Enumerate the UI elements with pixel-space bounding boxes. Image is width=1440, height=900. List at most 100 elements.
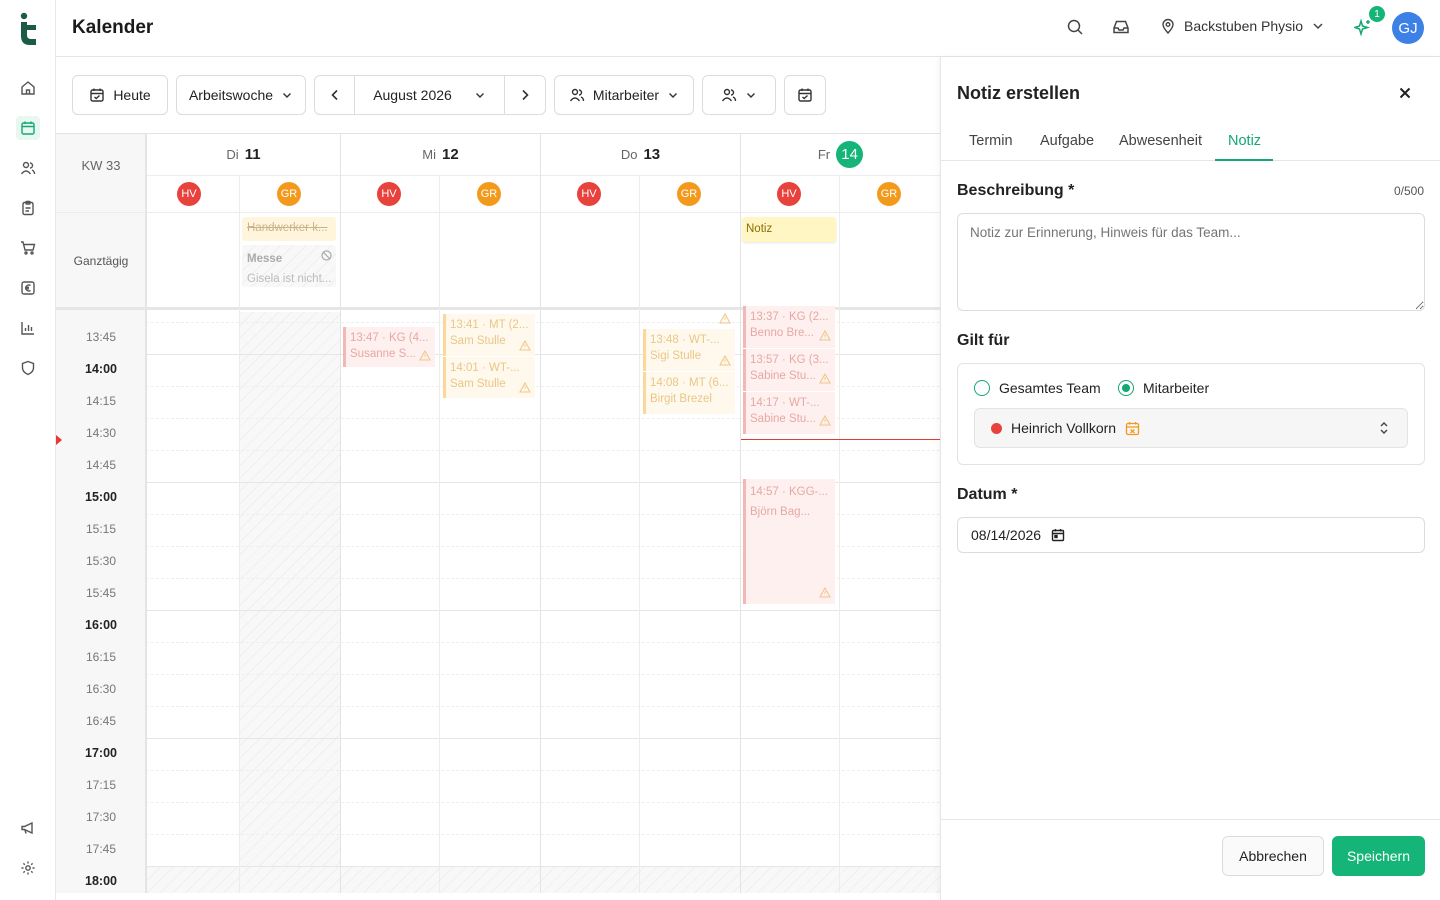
day-header-today[interactable]: Fr 14 [741,134,940,175]
create-note-panel: Notiz erstellen Termin Aufgabe Abwesenhe… [940,57,1440,900]
tab-notiz[interactable]: Notiz [1228,133,1261,149]
grid-line [146,770,940,771]
appointment[interactable]: 14:08 · MT (6... Birgit Brezel [643,372,735,414]
staff-avatar[interactable]: HV [377,182,401,206]
tab-aufgabe[interactable]: Aufgabe [1040,133,1094,149]
chevron-down-icon [745,89,757,101]
save-button[interactable]: Speichern [1332,836,1425,876]
note-event[interactable]: Notiz [742,217,836,242]
appointment[interactable]: 13:47 · KG (4... Susanne S... [343,327,435,367]
calendar-grid: KW 33 Di 11 Mi 12 Do 13 Fr 14 HV GR HV GR HV… [56,133,940,893]
sparkle-icon[interactable] [1354,18,1372,36]
view-label: Arbeitswoche [188,87,274,103]
month-navigator: August 2026 [314,75,546,115]
date-input[interactable]: 08/14/2026 [957,517,1425,553]
next-button[interactable] [505,76,545,114]
appointment-time: 13:48 · WT-... [650,334,720,346]
close-icon[interactable] [1395,83,1415,103]
time-label: 17:30 [85,810,117,824]
appointment-time: 14:17 · WT-... [750,397,820,409]
staff-avatar[interactable]: HV [577,182,601,206]
clipboard-icon[interactable] [16,196,40,220]
inbox-icon[interactable] [1112,18,1130,36]
calendar-icon[interactable] [1051,528,1065,542]
grid-line [146,834,940,835]
tab-termin[interactable]: Termin [969,133,1013,149]
prev-button[interactable] [315,76,355,114]
warning-icon [819,587,831,598]
chevron-down-icon [281,89,293,101]
euro-icon[interactable] [16,276,40,300]
calendar-icon[interactable] [16,116,40,140]
radio-checked [1118,380,1134,396]
time-label: 17:15 [85,778,117,792]
page-title: Kalender [72,17,154,38]
allday-event-strikethrough[interactable]: Handwerker k... [242,217,336,241]
time-label: 16:30 [85,682,117,696]
side-nav [0,0,56,900]
warning-icon [519,382,531,393]
time-label: 14:00 [85,362,117,376]
cancel-button[interactable]: Abbrechen [1222,836,1324,876]
app-logo[interactable] [18,12,38,46]
time-label: 15:45 [85,586,117,600]
group-filter[interactable] [702,75,776,115]
home-icon[interactable] [16,76,40,100]
staff-filter[interactable]: Mitarbeiter [554,75,694,115]
appointment-time: 13:37 · KG (2... [750,311,829,323]
grid-line [146,802,940,803]
staff-avatar[interactable]: GR [677,182,701,206]
option-team[interactable]: Gesamtes Team [974,380,1101,396]
absence-event[interactable]: Messe Gisela ist nicht... [242,245,336,287]
view-select[interactable]: Arbeitswoche [176,75,306,115]
absence-subtitle: Gisela ist nicht... [247,273,331,285]
today-button[interactable]: Heute [72,75,168,115]
allday-label: Ganztägig [73,253,129,268]
date-picker-button[interactable] [784,75,826,115]
shield-icon[interactable] [16,356,40,380]
appointment[interactable]: 14:57 · KGG-... Björn Bag... [743,479,835,604]
chevron-down-icon [1311,19,1325,33]
day-header[interactable]: Di 11 [147,134,340,175]
warning-icon [819,415,831,426]
time-label: 16:45 [85,714,117,728]
user-avatar[interactable]: GJ [1392,12,1424,44]
allday-row: Ganztägig Handwerker k... Messe Gisela i… [56,212,940,310]
appointment-time: 14:01 · WT-... [450,362,520,374]
time-label: 18:00 [85,874,117,888]
time-label: 14:15 [85,394,117,408]
chevron-down-icon [667,89,679,101]
description-textarea[interactable] [957,213,1425,311]
month-label: August 2026 [373,87,452,103]
warning-icon [419,350,431,361]
option-staff[interactable]: Mitarbeiter [1118,380,1209,396]
chart-icon[interactable] [16,316,40,340]
month-select[interactable]: August 2026 [355,76,505,114]
option-staff-label: Mitarbeiter [1143,380,1210,396]
appointment-time: 14:57 · KGG-... [750,486,828,498]
appointment[interactable]: 13:57 · KG (3... Sabine Stu... [743,349,835,391]
staff-avatar[interactable]: GR [477,182,501,206]
location-selector[interactable]: Backstuben Physio [1160,18,1325,34]
settings-icon[interactable] [16,856,40,880]
cart-icon[interactable] [16,236,40,260]
panel-footer: Abbrechen Speichern [941,819,1440,900]
appointment[interactable]: 14:17 · WT-... Sabine Stu... [743,392,835,434]
map-pin-icon [1160,18,1176,34]
users-icon [569,87,585,103]
staff-avatar[interactable]: HV [177,182,201,206]
users-icon[interactable] [16,156,40,180]
staff-avatar[interactable]: GR [277,182,301,206]
date-label: Datum * [957,486,1018,503]
day-header[interactable]: Mi 12 [341,134,540,175]
applies-box: Gesamtes Team Mitarbeiter Heinrich Vollk… [957,363,1425,465]
day-header[interactable]: Do 13 [541,134,740,175]
staff-avatar[interactable]: HV [777,182,801,206]
megaphone-icon[interactable] [16,816,40,840]
staff-select[interactable]: Heinrich Vollkorn [974,408,1408,448]
tab-abwesenheit[interactable]: Abwesenheit [1119,133,1202,149]
chevron-down-icon [474,89,486,101]
appointment[interactable]: 13:37 · KG (2... Benno Bre... [743,306,835,348]
search-icon[interactable] [1066,18,1084,36]
staff-avatar[interactable]: GR [877,182,901,206]
